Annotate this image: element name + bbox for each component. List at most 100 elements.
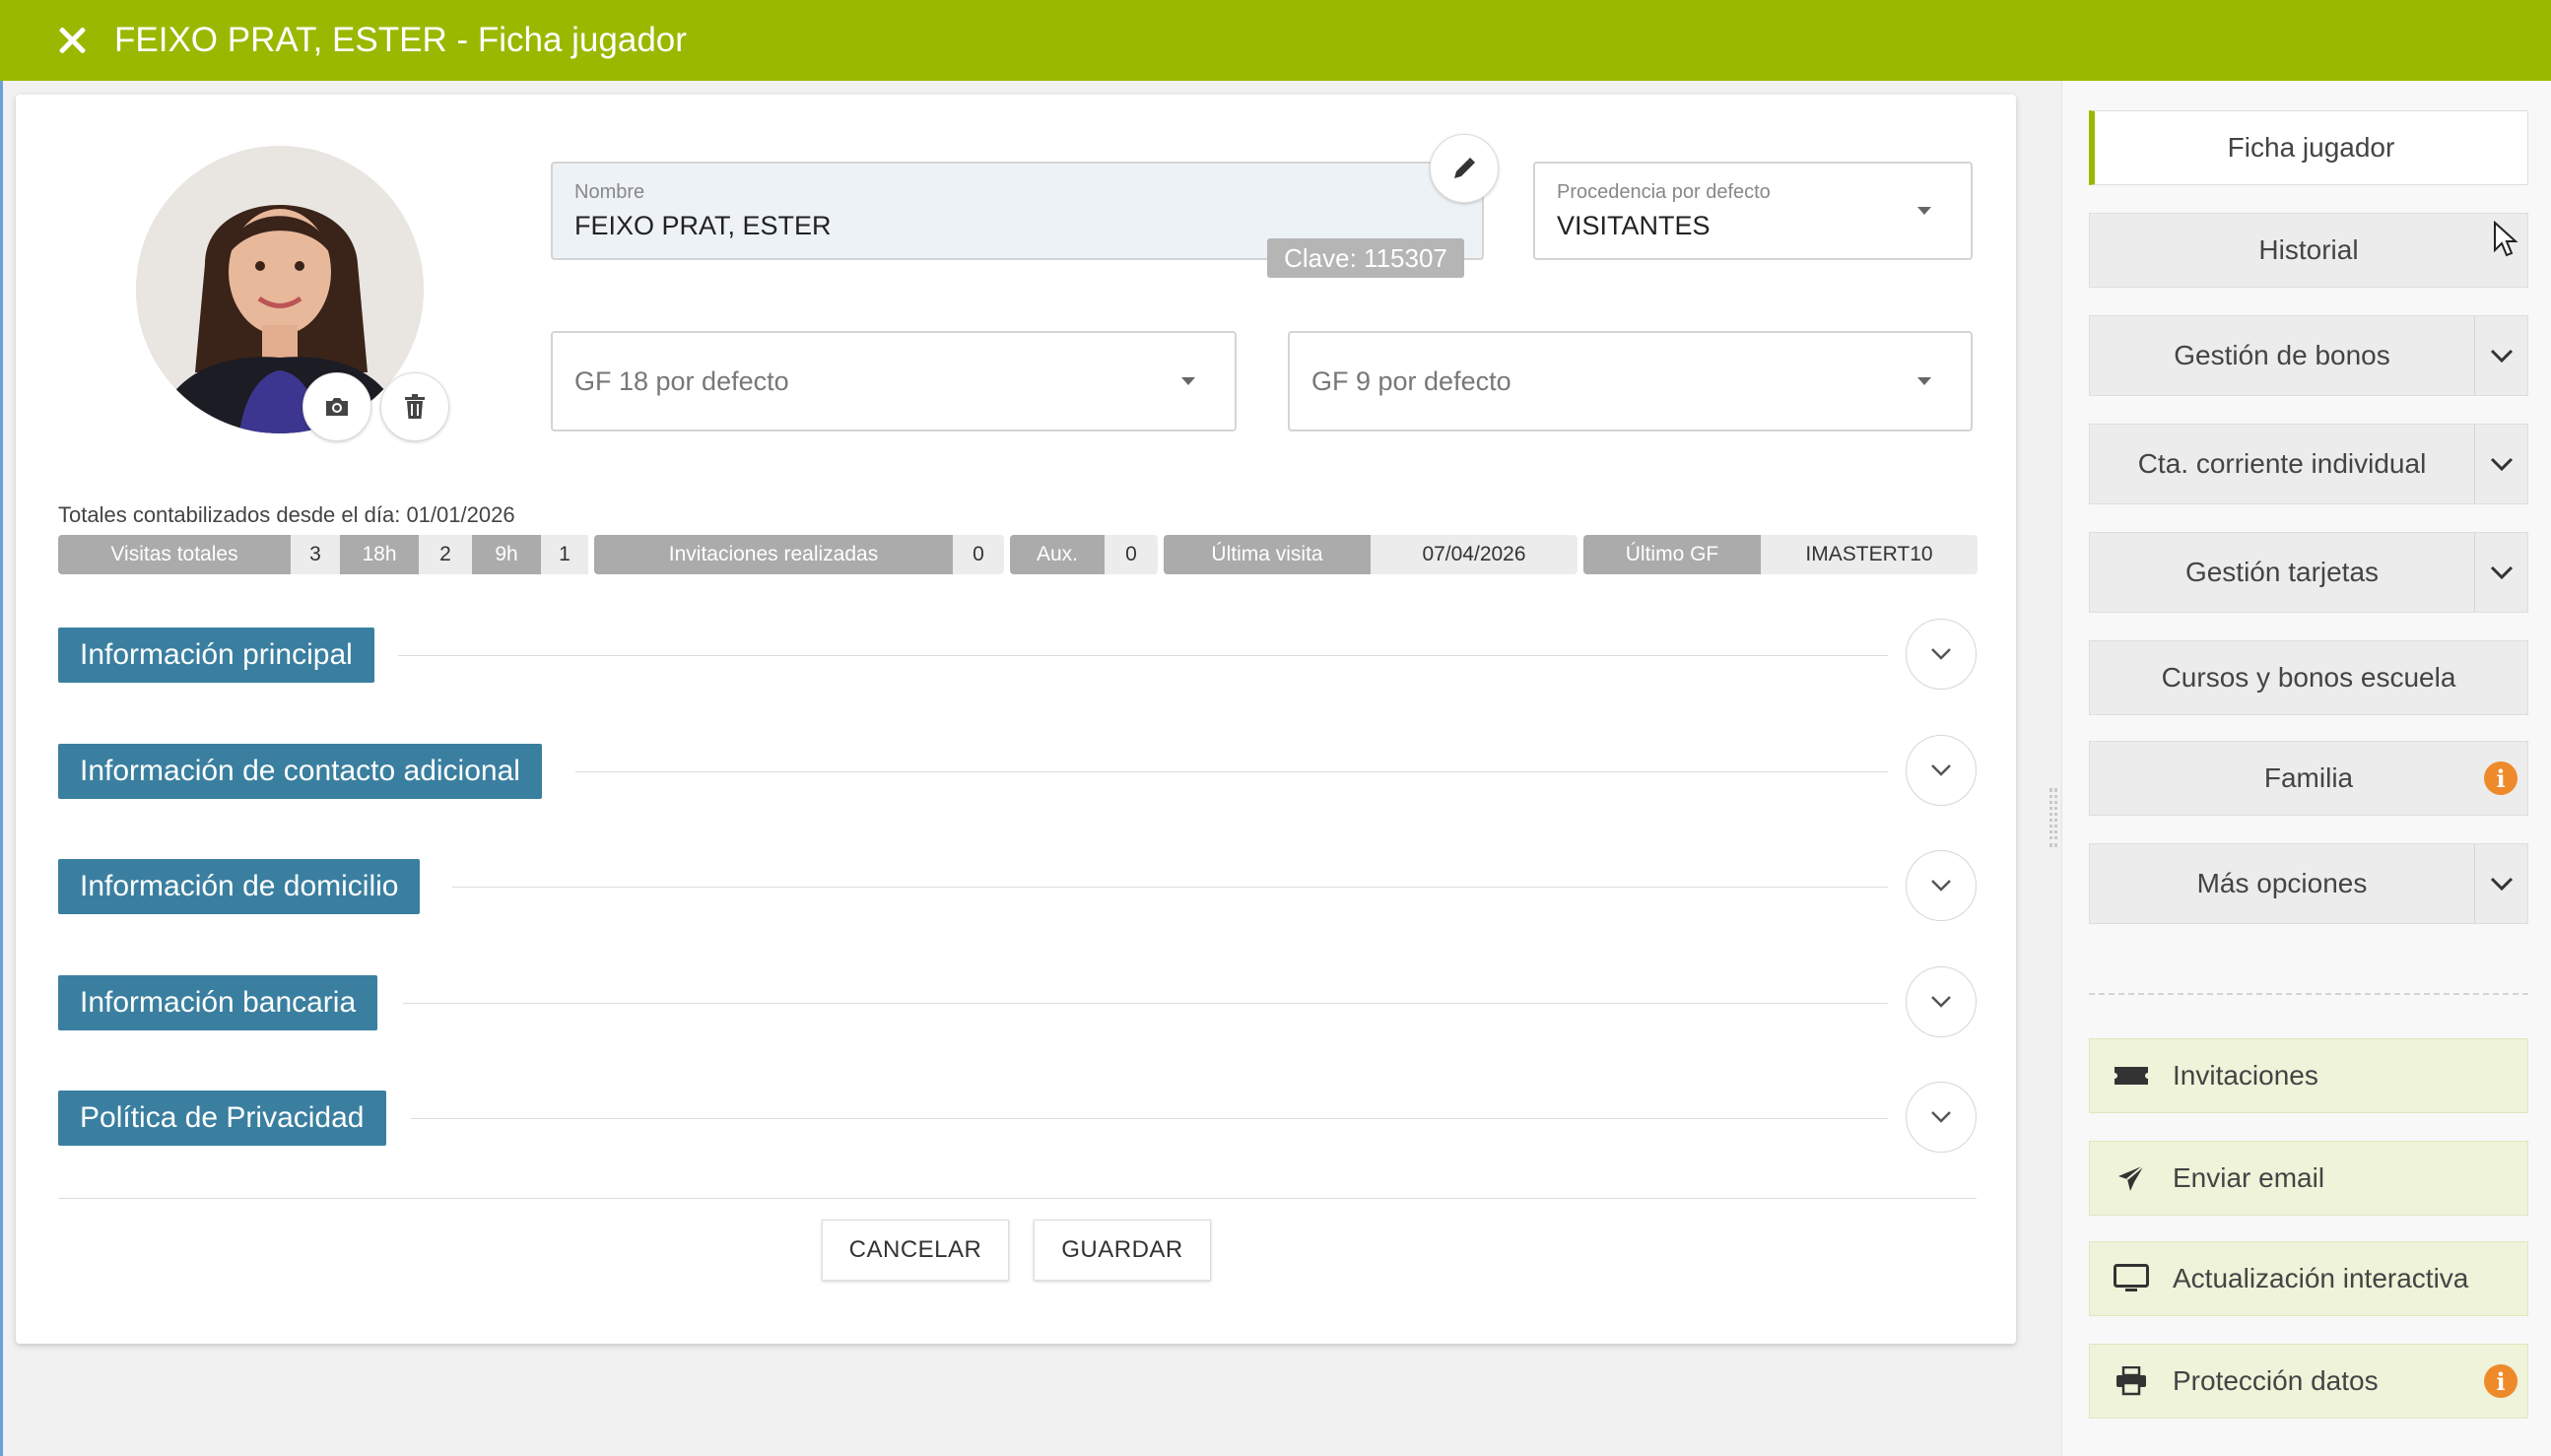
- caret-down-icon: [1917, 377, 1931, 385]
- expand-button[interactable]: [1906, 850, 1977, 921]
- nav-historial[interactable]: Historial: [2089, 213, 2528, 288]
- nav-label: Familia: [2263, 762, 2354, 793]
- left-edge-line: [0, 81, 3, 1456]
- caret-down-icon: [1181, 377, 1195, 385]
- section-tag[interactable]: Información bancaria: [58, 975, 378, 1030]
- delete-photo-button[interactable]: [380, 372, 449, 441]
- expand-button[interactable]: [1906, 966, 1977, 1037]
- player-card: Nombre FEIXO PRAT, ESTER Clave: 115307 P…: [16, 95, 2016, 1344]
- clave-badge: Clave: 115307: [1267, 238, 1464, 278]
- section-informacion-principal: Información principal: [58, 619, 1977, 692]
- chevron-down-icon: [1931, 880, 1951, 892]
- pencil-icon: [1454, 158, 1475, 178]
- section-tag[interactable]: Información de domicilio: [58, 859, 421, 914]
- panel-resize-handle[interactable]: [2049, 788, 2057, 847]
- action-enviar-email[interactable]: Enviar email: [2089, 1141, 2528, 1216]
- nav-label: Ficha jugador: [2227, 132, 2395, 163]
- gf9-select[interactable]: GF 9 por defecto: [1288, 331, 1973, 431]
- expand-button[interactable]: [1906, 619, 1977, 690]
- aux-value: 0: [1105, 535, 1158, 574]
- h9-value: 1: [541, 535, 588, 574]
- player-avatar: [136, 146, 424, 433]
- gf9-placeholder: GF 9 por defecto: [1311, 365, 1511, 396]
- chevron-down-icon: [1931, 1111, 1951, 1123]
- dropdown-toggle[interactable]: [2474, 316, 2527, 395]
- nav-label: Cta. corriente individual: [2137, 448, 2427, 479]
- chevron-down-icon: [2490, 349, 2513, 364]
- dropdown-toggle[interactable]: [2474, 844, 2527, 923]
- nombre-value: FEIXO PRAT, ESTER: [574, 211, 832, 240]
- ultimo-gf-label: Último GF: [1583, 535, 1761, 574]
- visitas-label: Visitas totales: [58, 535, 291, 574]
- section-divider: [403, 1003, 1888, 1004]
- h18-label: 18h: [340, 535, 419, 574]
- action-label: Enviar email: [2173, 1162, 2325, 1193]
- nav-cta-corriente[interactable]: Cta. corriente individual: [2089, 424, 2528, 504]
- action-proteccion-datos[interactable]: Protección datos i: [2089, 1344, 2528, 1419]
- section-divider: [575, 771, 1888, 772]
- dropdown-toggle[interactable]: [2474, 533, 2527, 612]
- section-tag[interactable]: Política de Privacidad: [58, 1091, 386, 1146]
- visitas-value: 3: [291, 535, 340, 574]
- action-actualizacion-interactiva[interactable]: Actualización interactiva: [2089, 1241, 2528, 1316]
- totals-label: Totales contabilizados desde el día: 01/…: [58, 502, 515, 527]
- procedencia-select[interactable]: Procedencia por defecto VISITANTES: [1533, 162, 1973, 260]
- ultima-visita-label: Última visita: [1164, 535, 1371, 574]
- paper-plane-icon: [2118, 1164, 2145, 1191]
- save-button[interactable]: GUARDAR: [1034, 1220, 1211, 1281]
- edit-name-button[interactable]: [1430, 134, 1499, 203]
- footer-divider: [58, 1198, 1977, 1199]
- info-icon: i: [2484, 761, 2517, 795]
- trash-icon: [405, 394, 425, 419]
- chevron-down-icon: [1931, 996, 1951, 1008]
- window-title: FEIXO PRAT, ESTER - Ficha jugador: [114, 21, 687, 59]
- invitaciones-label: Invitaciones realizadas: [594, 535, 953, 574]
- chevron-down-icon: [1931, 648, 1951, 660]
- nav-gestion-bonos[interactable]: Gestión de bonos: [2089, 315, 2528, 396]
- close-icon[interactable]: [55, 24, 89, 57]
- invitaciones-value: 0: [953, 535, 1004, 574]
- camera-button[interactable]: [302, 372, 371, 441]
- action-invitaciones[interactable]: Invitaciones: [2089, 1038, 2528, 1113]
- section-privacidad: Política de Privacidad: [58, 1082, 1977, 1155]
- dropdown-toggle[interactable]: [2474, 425, 2527, 503]
- cancel-button[interactable]: CANCELAR: [822, 1220, 1009, 1281]
- nav-label: Historial: [2258, 234, 2359, 265]
- ultima-visita-value: 07/04/2026: [1371, 535, 1578, 574]
- chevron-down-icon: [1931, 764, 1951, 776]
- monitor-icon: [2114, 1264, 2149, 1291]
- section-tag[interactable]: Información de contacto adicional: [58, 744, 542, 799]
- nav-familia[interactable]: Familia i: [2089, 741, 2528, 816]
- h18-value: 2: [419, 535, 472, 574]
- chevron-down-icon: [2490, 565, 2513, 580]
- section-divider: [398, 655, 1888, 656]
- section-divider: [411, 1118, 1888, 1119]
- caret-down-icon: [1917, 207, 1931, 215]
- section-domicilio: Información de domicilio: [58, 850, 1977, 923]
- nav-gestion-tarjetas[interactable]: Gestión tarjetas: [2089, 532, 2528, 613]
- nav-mas-opciones[interactable]: Más opciones: [2089, 843, 2528, 924]
- printer-icon: [2116, 1366, 2146, 1396]
- ultimo-gf-value: IMASTERT10: [1761, 535, 1978, 574]
- procedencia-label: Procedencia por defecto: [1557, 181, 1771, 203]
- title-bar: FEIXO PRAT, ESTER - Ficha jugador: [0, 0, 2551, 81]
- aux-label: Aux.: [1010, 535, 1105, 574]
- gf18-select[interactable]: GF 18 por defecto: [551, 331, 1237, 431]
- action-label: Actualización interactiva: [2173, 1263, 2469, 1293]
- action-label: Invitaciones: [2173, 1060, 2318, 1091]
- stats-bar: Visitas totales 3 18h 2 9h 1 Invitacione…: [58, 535, 1978, 574]
- section-contacto-adicional: Información de contacto adicional: [58, 735, 1977, 808]
- nav-label: Cursos y bonos escuela: [2161, 662, 2456, 693]
- section-tag[interactable]: Información principal: [58, 628, 374, 683]
- nombre-label: Nombre: [574, 181, 645, 203]
- expand-button[interactable]: [1906, 735, 1977, 806]
- chevron-down-icon: [2490, 457, 2513, 472]
- expand-button[interactable]: [1906, 1082, 1977, 1153]
- procedencia-value: VISITANTES: [1557, 211, 1711, 240]
- nav-ficha-jugador[interactable]: Ficha jugador: [2089, 110, 2528, 185]
- sidebar-divider: [2089, 993, 2528, 995]
- nav-label: Gestión tarjetas: [2184, 557, 2380, 587]
- section-bancaria: Información bancaria: [58, 966, 1977, 1039]
- nav-cursos-bonos[interactable]: Cursos y bonos escuela: [2089, 640, 2528, 715]
- info-icon: i: [2484, 1364, 2517, 1398]
